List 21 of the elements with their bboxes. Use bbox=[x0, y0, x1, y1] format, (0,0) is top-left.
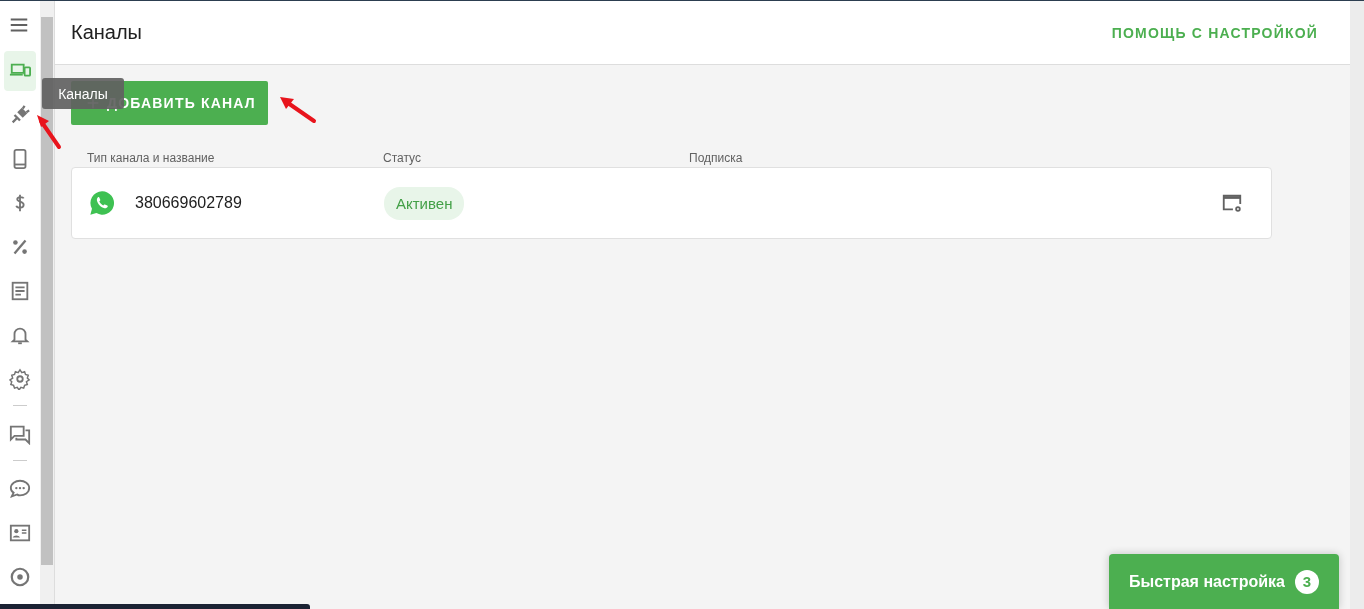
location-icon bbox=[9, 566, 31, 588]
quick-setup-button[interactable]: Быстрая настройка 3 bbox=[1109, 554, 1339, 609]
whatsapp-icon bbox=[88, 189, 116, 217]
comment-icon bbox=[9, 478, 31, 500]
help-link[interactable]: ПОМОЩЬ С НАСТРОЙКОЙ bbox=[1111, 24, 1318, 41]
column-header: Тип канала и название bbox=[87, 151, 216, 167]
channel-name: 380669602789 bbox=[135, 194, 242, 212]
page-title: Каналы bbox=[71, 21, 142, 44]
column-header: Подписка bbox=[689, 151, 743, 167]
status-badge: Активен bbox=[384, 186, 465, 220]
settings-icon bbox=[9, 368, 31, 390]
sidebar-item[interactable] bbox=[4, 51, 36, 91]
count-badge: 3 bbox=[1294, 569, 1319, 594]
document-icon bbox=[9, 280, 31, 302]
id-card-icon bbox=[9, 522, 31, 544]
plug-icon bbox=[9, 104, 31, 126]
column-header: Статус bbox=[383, 151, 422, 167]
page-scrollbar[interactable] bbox=[1350, 1, 1364, 609]
channel-row[interactable]: 380669602789 Активен bbox=[71, 167, 1272, 239]
annotation-arrow bbox=[278, 95, 318, 125]
chat-bubbles-icon bbox=[9, 423, 31, 445]
